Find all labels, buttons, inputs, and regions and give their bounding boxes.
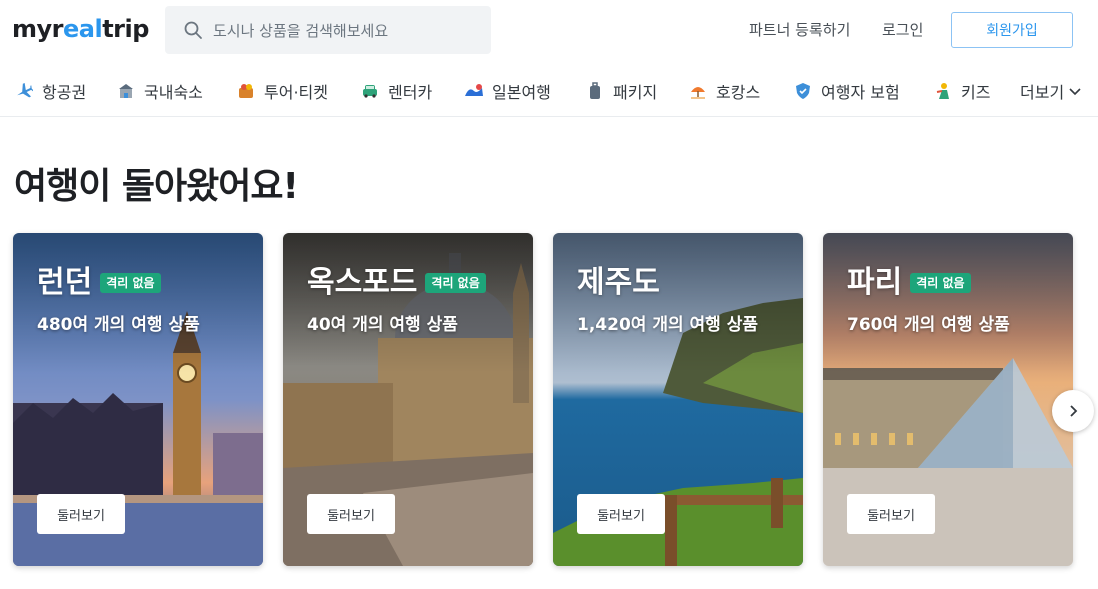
- city-name: 파리: [847, 265, 903, 300]
- no-quarantine-badge: 격리 없음: [100, 273, 161, 293]
- browse-button[interactable]: 둘러보기: [577, 494, 665, 534]
- login-link[interactable]: 로그인: [882, 20, 923, 40]
- city-name: 옥스포드: [307, 265, 418, 300]
- destination-card-jeju[interactable]: 제주도 1,420여 개의 여행 상품 둘러보기: [553, 233, 803, 566]
- nav-item-label: 호캉스: [716, 83, 761, 102]
- ticket-icon: [236, 81, 256, 101]
- destination-card-oxford[interactable]: 옥스포드 격리 없음 40여 개의 여행 상품 둘러보기: [283, 233, 533, 566]
- nav-item-label: 일본여행: [492, 83, 551, 102]
- kids-icon: [933, 81, 953, 101]
- wave-icon: [464, 81, 484, 101]
- nav-item-label: 키즈: [961, 83, 991, 102]
- luggage-icon: [585, 81, 605, 101]
- nav-item-package[interactable]: 패키지: [585, 78, 657, 104]
- browse-button[interactable]: 둘러보기: [307, 494, 395, 534]
- no-quarantine-badge: 격리 없음: [910, 273, 971, 293]
- nav-item-flights[interactable]: 항공권: [14, 78, 86, 104]
- destination-card-paris[interactable]: 파리 격리 없음 760여 개의 여행 상품 둘러보기: [823, 233, 1073, 566]
- card-overlay: [283, 233, 533, 373]
- product-count: 760여 개의 여행 상품: [847, 315, 1010, 335]
- card-header: 파리 격리 없음: [847, 263, 971, 303]
- card-overlay: [13, 233, 263, 373]
- card-header: 런던 격리 없음: [37, 263, 161, 303]
- nav-item-label: 여행자 보험: [821, 83, 900, 102]
- product-count: 480여 개의 여행 상품: [37, 315, 200, 335]
- shield-icon: [793, 81, 813, 101]
- search-placeholder: 도시나 상품을 검색해보세요: [213, 21, 389, 40]
- nav-item-hocance[interactable]: 호캉스: [688, 78, 760, 104]
- more-label: 더보기: [1020, 83, 1065, 102]
- product-count: 1,420여 개의 여행 상품: [577, 315, 759, 335]
- nav-item-label: 렌터카: [388, 83, 433, 102]
- carousel-next-button[interactable]: [1052, 390, 1094, 432]
- chevron-down-icon: [1069, 88, 1081, 96]
- nav-item-label: 투어·티켓: [264, 83, 328, 102]
- city-name: 제주도: [577, 265, 660, 300]
- logo-text-end: trip: [102, 15, 149, 43]
- no-quarantine-badge: 격리 없음: [425, 273, 486, 293]
- card-header: 제주도: [577, 263, 660, 303]
- card-overlay: [553, 233, 803, 373]
- nav-item-tour-ticket[interactable]: 투어·티켓: [236, 78, 328, 104]
- card-header: 옥스포드 격리 없음: [307, 263, 486, 303]
- airplane-icon: [14, 81, 34, 101]
- card-overlay: [823, 233, 1073, 373]
- nav-item-japan-travel[interactable]: 일본여행: [464, 78, 551, 104]
- destination-card-london[interactable]: 런던 격리 없음 480여 개의 여행 상품 둘러보기: [13, 233, 263, 566]
- chevron-right-icon: [1070, 405, 1078, 417]
- hotel-icon: [116, 81, 136, 101]
- umbrella-icon: [688, 81, 708, 101]
- category-nav: 항공권 국내숙소 투어·티켓 렌터카 일본여행 패키지 호캉스 여행자 보험 키…: [0, 64, 1098, 117]
- search-icon: [184, 21, 202, 39]
- more-menu[interactable]: 더보기: [1020, 78, 1082, 104]
- nav-item-kids[interactable]: 키즈: [933, 78, 990, 104]
- browse-button[interactable]: 둘러보기: [847, 494, 935, 534]
- logo-text: myr: [12, 15, 64, 43]
- city-name: 런던: [37, 265, 93, 300]
- nav-item-travel-insurance[interactable]: 여행자 보험: [793, 78, 900, 104]
- car-icon: [360, 81, 380, 101]
- browse-button[interactable]: 둘러보기: [37, 494, 125, 534]
- nav-item-label: 패키지: [613, 83, 658, 102]
- nav-item-domestic-stay[interactable]: 국내숙소: [116, 78, 203, 104]
- signup-button[interactable]: 회원가입: [951, 12, 1073, 48]
- nav-item-label: 국내숙소: [144, 83, 203, 102]
- search-input[interactable]: 도시나 상품을 검색해보세요: [165, 6, 491, 54]
- nav-item-rentcar[interactable]: 렌터카: [360, 78, 432, 104]
- product-count: 40여 개의 여행 상품: [307, 315, 458, 335]
- page-title: 여행이 돌아왔어요!: [14, 166, 299, 207]
- nav-item-label: 항공권: [42, 83, 87, 102]
- logo-text-accent: eal: [63, 15, 103, 43]
- myrealtrip-logo[interactable]: myrealtrip: [12, 14, 149, 44]
- partner-register-link[interactable]: 파트너 등록하기: [749, 20, 850, 40]
- header: myrealtrip 도시나 상품을 검색해보세요 파트너 등록하기 로그인 회…: [0, 0, 1098, 64]
